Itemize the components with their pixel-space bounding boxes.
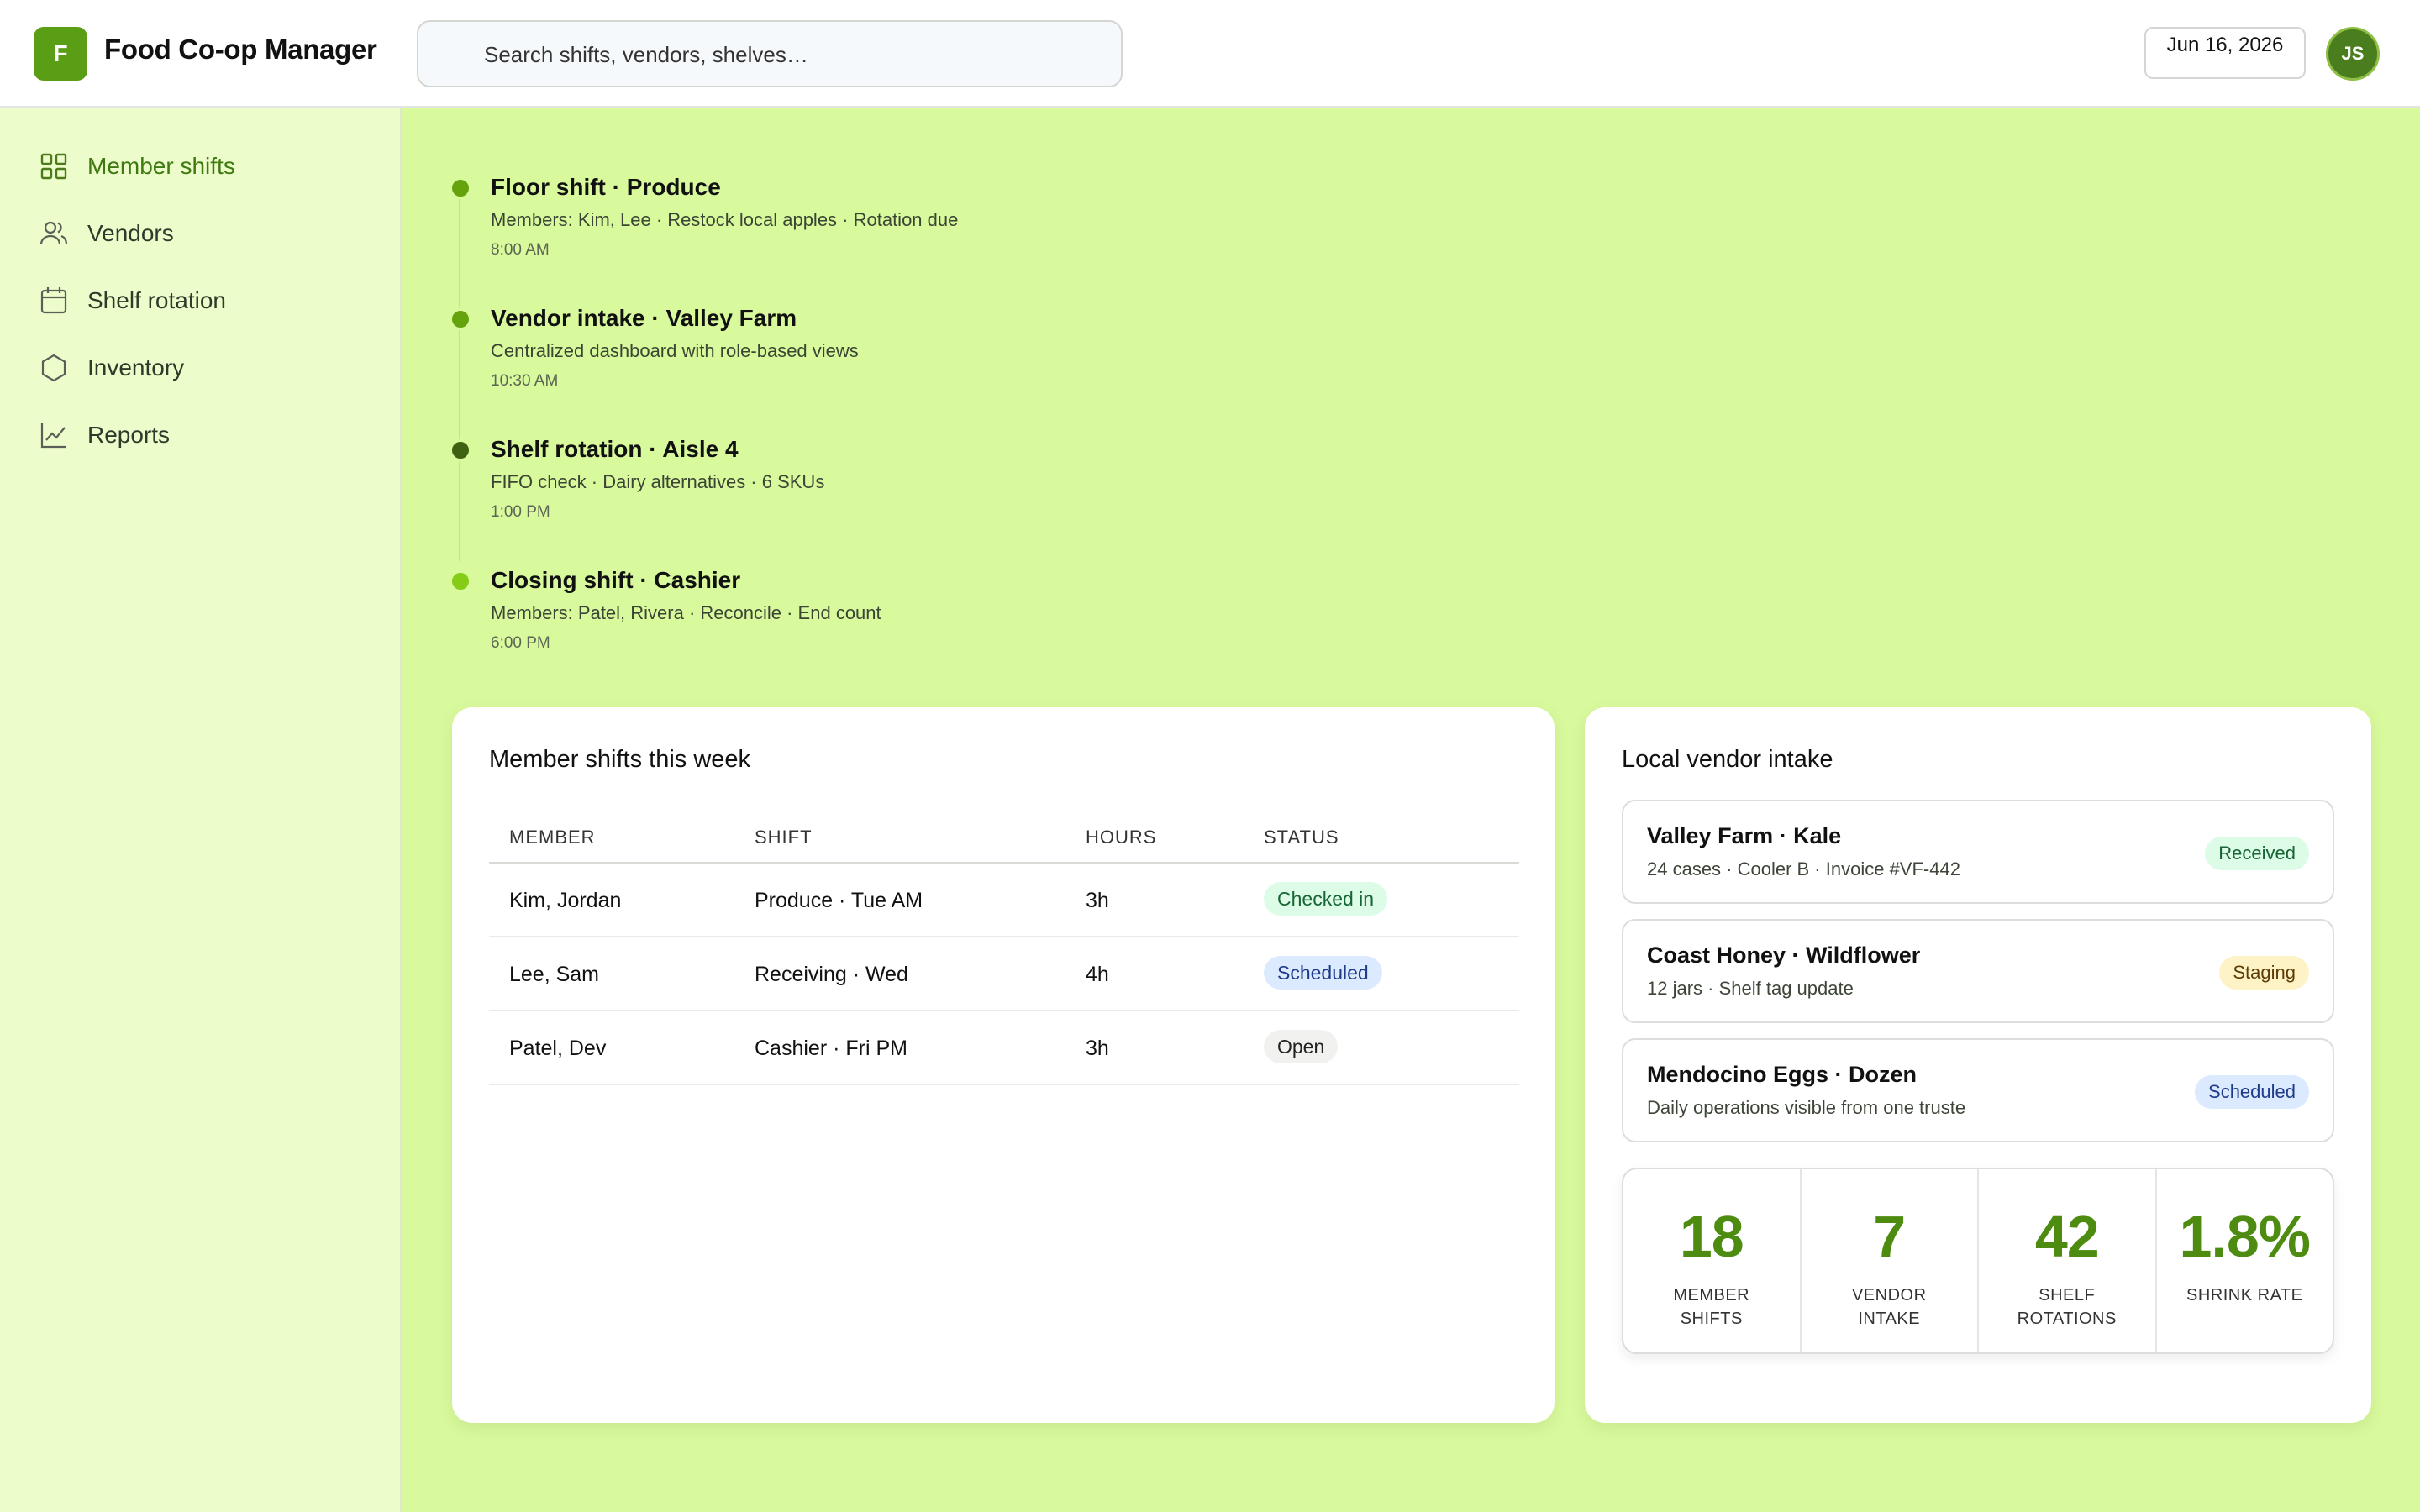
status-badge: Open — [1264, 1030, 1339, 1063]
status-badge: Staging — [2219, 956, 2309, 990]
vendor-name: Mendocino Eggs · Dozen — [1647, 1062, 1917, 1087]
timeline-description: FIFO check · Dairy alternatives · 6 SKUs — [491, 471, 825, 492]
vendor-name: Coast Honey · Wildflower — [1647, 942, 1921, 968]
vendor-details: 24 cases · Cooler B · Invoice #VF-442 — [1647, 858, 1960, 879]
timeline-dot — [450, 308, 471, 330]
search-input[interactable]: Search shifts, vendors, shelves… — [417, 20, 1123, 87]
column-header-member[interactable]: MEMBER — [509, 827, 596, 848]
users-icon — [39, 221, 68, 245]
column-header-status[interactable]: STATUS — [1264, 827, 1339, 848]
stat-label-line: INTAKE — [1858, 1310, 1921, 1328]
sidebar-item-label: Shelf rotation — [87, 287, 226, 313]
timeline-title: Vendor intake · Valley Farm — [491, 305, 797, 331]
hours-cell: 3h — [1086, 889, 1109, 912]
card-title: Local vendor intake — [1622, 746, 1833, 773]
timeline-time: 10:30 AM — [491, 372, 559, 390]
stat-label: SHRINK RATE — [2165, 1284, 2325, 1307]
shifts-table: MEMBER SHIFT HOURS STATUS Kim, Jordan Pr… — [489, 805, 1519, 1085]
stat-label-line: ROTATIONS — [2017, 1310, 2117, 1328]
hexagon-icon — [41, 354, 66, 382]
shift-cell: Cashier · Fri PM — [755, 1037, 908, 1060]
user-avatar[interactable]: JS — [2326, 27, 2380, 81]
timeline-dot — [450, 570, 471, 592]
member-shifts-card: Member shifts this week MEMBER SHIFT HOU… — [452, 707, 1555, 1423]
timeline-description: Members: Kim, Lee · Restock local apples… — [491, 209, 959, 230]
chart-line-icon — [40, 423, 66, 449]
stat-vendor-intake: 7 VENDOR INTAKE — [1802, 1169, 1979, 1352]
stats-panel: 18 MEMBER SHIFTS 7 VENDOR INTAKE 42 SHEL… — [1622, 1168, 2334, 1354]
status-badge: Scheduled — [1264, 956, 1382, 990]
timeline-title: Shelf rotation · Aisle 4 — [491, 436, 739, 462]
grid-icon — [40, 153, 67, 180]
stat-label: SHELF ROTATIONS — [1987, 1284, 2147, 1331]
column-header-shift[interactable]: SHIFT — [755, 827, 813, 848]
hours-cell: 4h — [1086, 963, 1109, 986]
table-header: MEMBER SHIFT HOURS STATUS — [489, 805, 1519, 864]
app-logo[interactable]: F — [34, 27, 87, 81]
stat-value: 1.8% — [2179, 1204, 2311, 1269]
shift-cell: Receiving · Wed — [755, 963, 908, 986]
timeline-description: Centralized dashboard with role-based vi… — [491, 340, 859, 361]
stat-label-line: SHRINK RATE — [2186, 1286, 2303, 1305]
stat-shrink-rate: 1.8% SHRINK RATE — [2157, 1169, 2333, 1352]
status-badge: Received — [2205, 837, 2309, 870]
search-placeholder: Search shifts, vendors, shelves… — [484, 42, 808, 67]
vendor-item[interactable]: Valley Farm · Kale 24 cases · Cooler B ·… — [1622, 800, 2334, 904]
sidebar-item-label: Inventory — [87, 354, 185, 381]
date-label: Jun 16, 2026 — [2166, 34, 2284, 56]
top-bar: F Food Co-op Manager Search shifts, vend… — [0, 0, 2420, 108]
app-title: Food Co-op Manager — [104, 34, 377, 65]
stat-label-line: VENDOR — [1851, 1286, 1927, 1305]
table-row[interactable]: Lee, Sam Receiving · Wed 4h Scheduled — [489, 937, 1519, 1011]
sidebar-item-vendors[interactable]: Vendors — [39, 213, 375, 254]
shift-cell: Produce · Tue AM — [755, 889, 923, 912]
timeline-time: 6:00 PM — [491, 634, 550, 652]
stat-value: 42 — [2034, 1204, 2100, 1269]
stat-label: MEMBER SHIFTS — [1632, 1284, 1791, 1331]
stat-value: 18 — [1679, 1204, 1744, 1269]
calendar-icon — [40, 287, 67, 314]
member-cell: Patel, Dev — [509, 1037, 607, 1060]
timeline-time: 1:00 PM — [491, 503, 550, 521]
stat-member-shifts: 18 MEMBER SHIFTS — [1623, 1169, 1802, 1352]
stat-shelf-rotations: 42 SHELF ROTATIONS — [1979, 1169, 2157, 1352]
timeline-dot — [450, 439, 471, 461]
timeline-description: Members: Patel, Rivera · Reconcile · End… — [491, 602, 881, 623]
timeline-time: 8:00 AM — [491, 241, 550, 259]
member-cell: Lee, Sam — [509, 963, 600, 986]
hours-cell: 3h — [1086, 1037, 1109, 1060]
table-row[interactable]: Patel, Dev Cashier · Fri PM 3h Open — [489, 1011, 1519, 1085]
table-row[interactable]: Kim, Jordan Produce · Tue AM 3h Checked … — [489, 864, 1519, 937]
status-badge: Scheduled — [2195, 1075, 2309, 1109]
vendor-name: Valley Farm · Kale — [1647, 823, 1842, 848]
sidebar: Member shifts Vendors Shelf rotation Inv… — [0, 108, 402, 1512]
vendor-details: 12 jars · Shelf tag update — [1647, 978, 1854, 999]
vendor-details: Daily operations visible from one truste — [1647, 1097, 1966, 1118]
timeline-title: Floor shift · Produce — [491, 174, 721, 200]
column-header-hours[interactable]: HOURS — [1086, 827, 1156, 848]
sidebar-item-member-shifts[interactable]: Member shifts — [39, 146, 375, 186]
stat-label-line: MEMBER — [1673, 1286, 1750, 1305]
sidebar-item-reports[interactable]: Reports — [39, 415, 375, 455]
vendor-item[interactable]: Mendocino Eggs · Dozen Daily operations … — [1622, 1038, 2334, 1142]
stat-label-line: SHIFTS — [1680, 1310, 1743, 1328]
stat-label: VENDOR INTAKE — [1810, 1284, 1970, 1331]
search-icon — [445, 47, 463, 65]
stat-label-line: SHELF — [2039, 1286, 2096, 1305]
stat-value: 7 — [1873, 1204, 1906, 1269]
vendor-item[interactable]: Coast Honey · Wildflower 12 jars · Shelf… — [1622, 919, 2334, 1023]
sidebar-item-inventory[interactable]: Inventory — [39, 348, 375, 388]
sidebar-item-shelf-rotation[interactable]: Shelf rotation — [39, 281, 375, 321]
timeline-line — [459, 192, 460, 561]
sidebar-item-label: Reports — [87, 422, 171, 448]
timeline-title: Closing shift · Cashier — [491, 567, 741, 593]
member-cell: Kim, Jordan — [509, 889, 622, 912]
date-picker-button[interactable]: Jun 16, 2026 — [2144, 27, 2306, 79]
status-badge: Checked in — [1264, 882, 1388, 916]
vendor-intake-card: Local vendor intake Valley Farm · Kale 2… — [1585, 707, 2371, 1423]
sidebar-item-label: Member shifts — [87, 153, 235, 179]
sidebar-item-label: Vendors — [87, 220, 174, 246]
timeline-dot — [450, 177, 471, 199]
card-title: Member shifts this week — [489, 746, 751, 773]
